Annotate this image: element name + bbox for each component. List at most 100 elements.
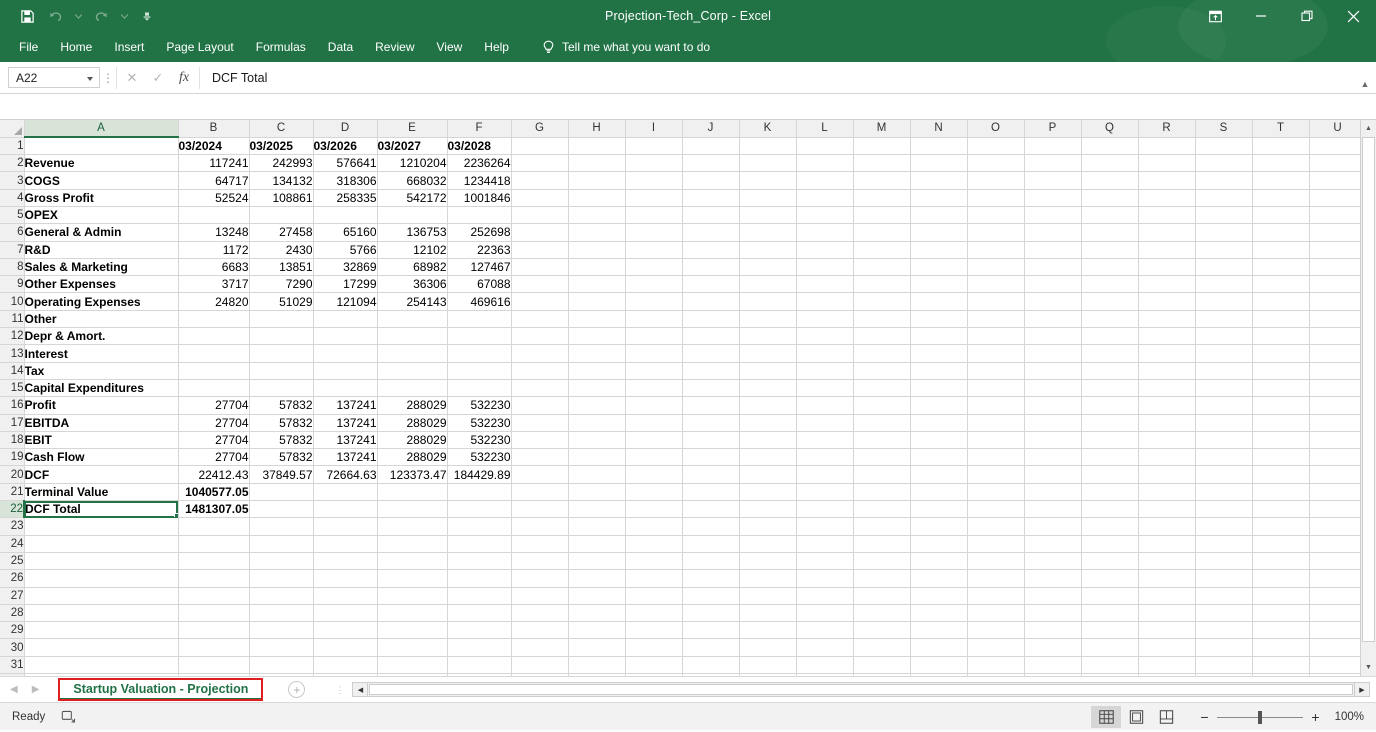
cell-B13[interactable] bbox=[178, 344, 250, 363]
cell-N12[interactable] bbox=[910, 327, 968, 346]
cell-J20[interactable] bbox=[682, 465, 740, 484]
cell-K21[interactable] bbox=[739, 483, 797, 502]
cell-P26[interactable] bbox=[1024, 569, 1082, 588]
cell-C8[interactable]: 13851 bbox=[249, 258, 314, 277]
cell-M22[interactable] bbox=[853, 500, 911, 519]
cell-Q18[interactable] bbox=[1081, 431, 1139, 450]
cell-H16[interactable] bbox=[568, 396, 626, 415]
row-header-24[interactable]: 24 bbox=[0, 535, 25, 553]
column-header-D[interactable]: D bbox=[313, 120, 378, 138]
cell-M24[interactable] bbox=[853, 535, 911, 553]
cell-U10[interactable] bbox=[1309, 292, 1367, 311]
cell-P25[interactable] bbox=[1024, 552, 1082, 571]
cell-K4[interactable] bbox=[739, 189, 797, 207]
cell-F25[interactable] bbox=[447, 552, 512, 571]
column-header-U[interactable]: U bbox=[1309, 120, 1367, 138]
cell-J24[interactable] bbox=[682, 535, 740, 553]
cell-J25[interactable] bbox=[682, 552, 740, 571]
cell-A20[interactable]: DCF bbox=[24, 465, 179, 484]
cell-J16[interactable] bbox=[682, 396, 740, 415]
ribbon-tab-data[interactable]: Data bbox=[317, 35, 364, 60]
cell-D3[interactable]: 318306 bbox=[313, 171, 378, 190]
cell-O29[interactable] bbox=[967, 621, 1025, 640]
cell-M10[interactable] bbox=[853, 292, 911, 311]
cell-J22[interactable] bbox=[682, 500, 740, 519]
cell-D9[interactable]: 17299 bbox=[313, 275, 378, 294]
cell-F21[interactable] bbox=[447, 483, 512, 502]
cell-N15[interactable] bbox=[910, 379, 968, 398]
cell-Q23[interactable] bbox=[1081, 517, 1139, 536]
cell-H32[interactable] bbox=[568, 673, 626, 676]
cell-B3[interactable]: 64717 bbox=[178, 171, 250, 190]
cell-R7[interactable] bbox=[1138, 241, 1196, 259]
cell-H3[interactable] bbox=[568, 171, 626, 190]
cell-L30[interactable] bbox=[796, 638, 854, 657]
cell-P2[interactable] bbox=[1024, 154, 1082, 173]
cell-H21[interactable] bbox=[568, 483, 626, 502]
cell-G16[interactable] bbox=[511, 396, 569, 415]
cell-R19[interactable] bbox=[1138, 448, 1196, 467]
cell-A2[interactable]: Revenue bbox=[24, 154, 179, 173]
cell-N6[interactable] bbox=[910, 223, 968, 242]
cell-L28[interactable] bbox=[796, 604, 854, 623]
cell-S15[interactable] bbox=[1195, 379, 1253, 398]
cell-U26[interactable] bbox=[1309, 569, 1367, 588]
cell-N25[interactable] bbox=[910, 552, 968, 571]
row-header-7[interactable]: 7 bbox=[0, 241, 25, 259]
cell-R4[interactable] bbox=[1138, 189, 1196, 207]
cell-L3[interactable] bbox=[796, 171, 854, 190]
column-header-A[interactable]: A bbox=[24, 120, 179, 139]
cell-S1[interactable] bbox=[1195, 137, 1253, 156]
cell-D31[interactable] bbox=[313, 656, 378, 675]
cell-L19[interactable] bbox=[796, 448, 854, 467]
row-header-22[interactable]: 22 bbox=[0, 500, 25, 519]
cell-T4[interactable] bbox=[1252, 189, 1310, 207]
cell-H13[interactable] bbox=[568, 344, 626, 363]
cell-G6[interactable] bbox=[511, 223, 569, 242]
cell-J6[interactable] bbox=[682, 223, 740, 242]
cell-A32[interactable] bbox=[24, 673, 179, 676]
cell-U11[interactable] bbox=[1309, 310, 1367, 329]
cell-D18[interactable]: 137241 bbox=[313, 431, 378, 450]
minimize-button[interactable] bbox=[1238, 0, 1284, 32]
cell-D2[interactable]: 576641 bbox=[313, 154, 378, 173]
cell-C15[interactable] bbox=[249, 379, 314, 398]
cell-G32[interactable] bbox=[511, 673, 569, 676]
cell-I14[interactable] bbox=[625, 362, 683, 380]
cell-J3[interactable] bbox=[682, 171, 740, 190]
cell-S30[interactable] bbox=[1195, 638, 1253, 657]
cell-G20[interactable] bbox=[511, 465, 569, 484]
cell-A27[interactable] bbox=[24, 587, 179, 605]
row-header-31[interactable]: 31 bbox=[0, 656, 25, 675]
cell-I25[interactable] bbox=[625, 552, 683, 571]
cell-G18[interactable] bbox=[511, 431, 569, 450]
column-header-J[interactable]: J bbox=[682, 120, 740, 138]
cell-T30[interactable] bbox=[1252, 638, 1310, 657]
cell-L4[interactable] bbox=[796, 189, 854, 207]
cell-B15[interactable] bbox=[178, 379, 250, 398]
cell-P18[interactable] bbox=[1024, 431, 1082, 450]
row-header-11[interactable]: 11 bbox=[0, 310, 25, 329]
cell-T17[interactable] bbox=[1252, 414, 1310, 432]
cell-M7[interactable] bbox=[853, 241, 911, 259]
cell-C3[interactable]: 134132 bbox=[249, 171, 314, 190]
cell-H24[interactable] bbox=[568, 535, 626, 553]
cell-N22[interactable] bbox=[910, 500, 968, 519]
cell-H5[interactable] bbox=[568, 206, 626, 225]
row-header-19[interactable]: 19 bbox=[0, 448, 25, 467]
cell-C28[interactable] bbox=[249, 604, 314, 623]
horizontal-scroll-track[interactable] bbox=[368, 682, 1354, 697]
cell-A5[interactable]: OPEX bbox=[24, 206, 179, 225]
cell-U13[interactable] bbox=[1309, 344, 1367, 363]
cell-R24[interactable] bbox=[1138, 535, 1196, 553]
cell-P9[interactable] bbox=[1024, 275, 1082, 294]
cell-J11[interactable] bbox=[682, 310, 740, 329]
cell-J29[interactable] bbox=[682, 621, 740, 640]
column-header-N[interactable]: N bbox=[910, 120, 968, 138]
cell-G23[interactable] bbox=[511, 517, 569, 536]
cell-B7[interactable]: 1172 bbox=[178, 241, 250, 259]
cell-P10[interactable] bbox=[1024, 292, 1082, 311]
cell-O23[interactable] bbox=[967, 517, 1025, 536]
cell-K11[interactable] bbox=[739, 310, 797, 329]
cell-T19[interactable] bbox=[1252, 448, 1310, 467]
